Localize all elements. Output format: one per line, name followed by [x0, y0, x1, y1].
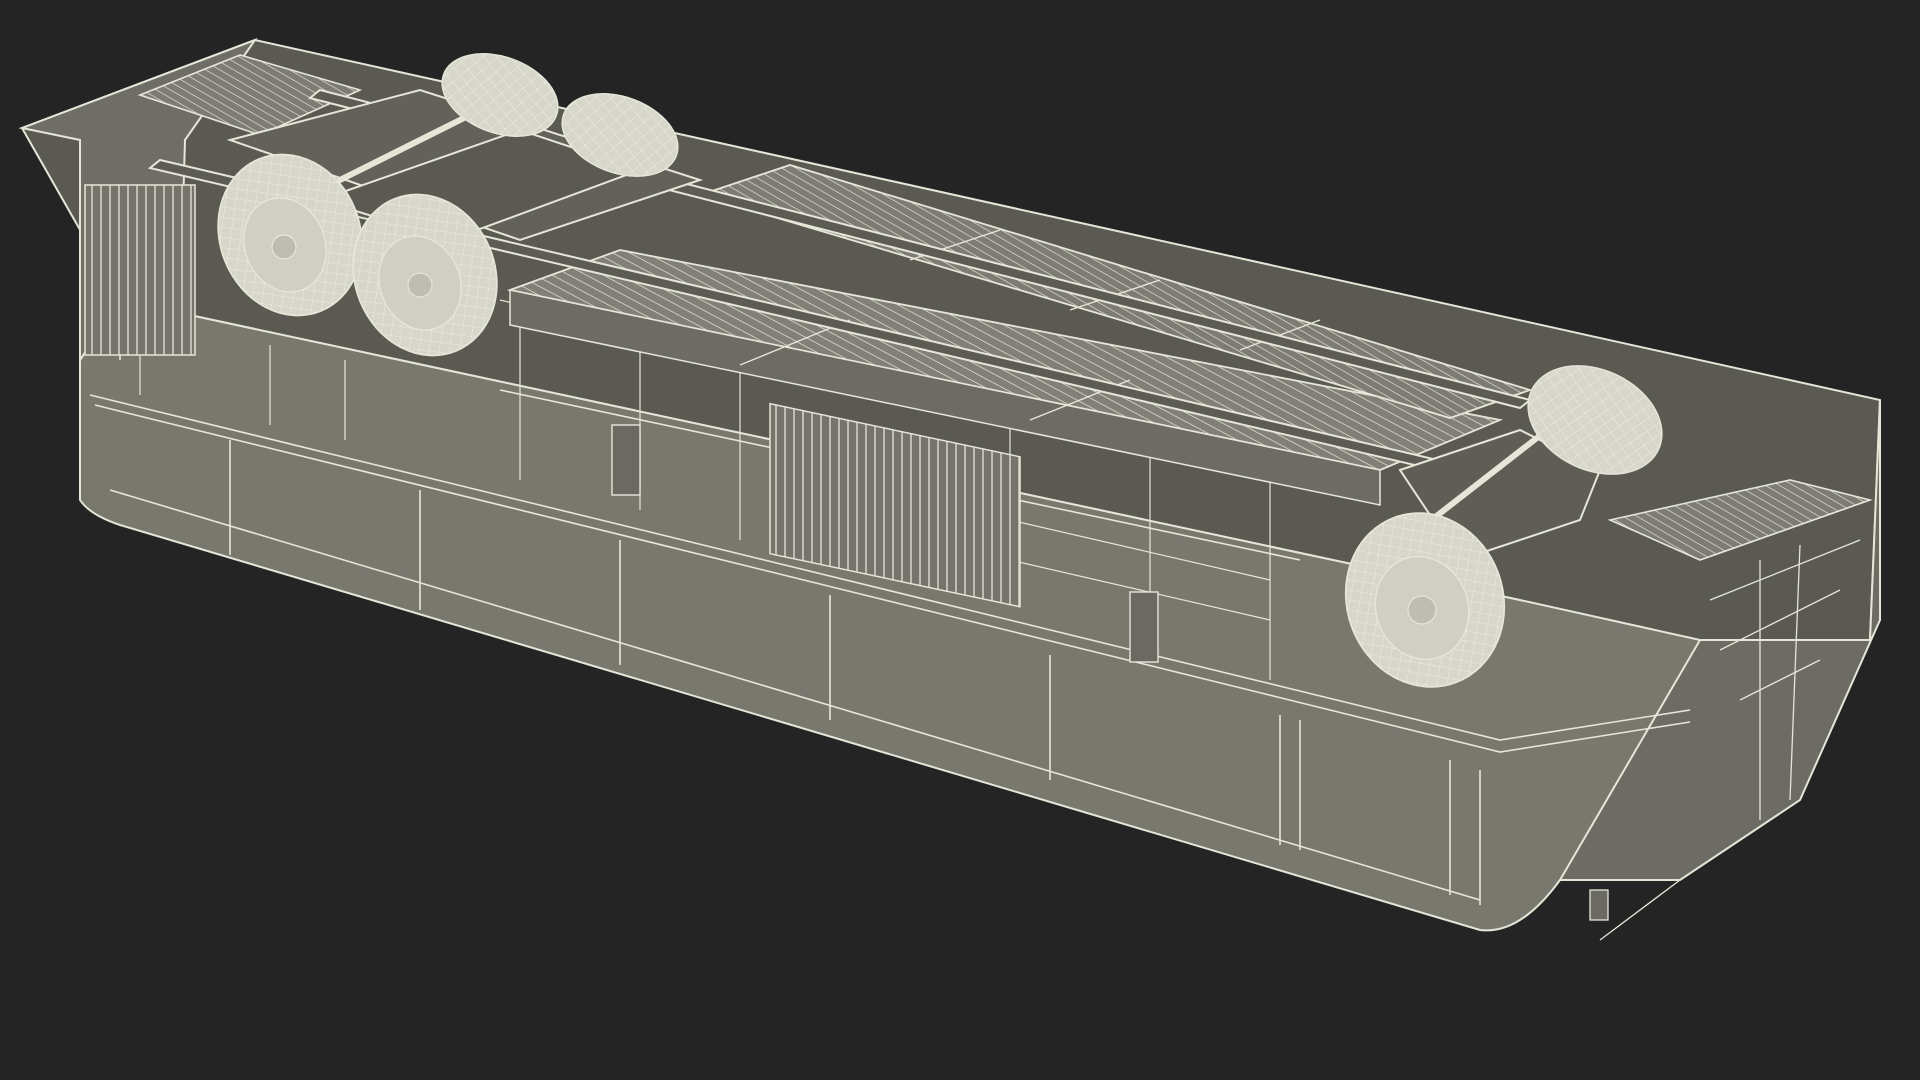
rear-vent-grille	[84, 184, 196, 356]
bus-wireframe-model	[18, 37, 1882, 941]
service-hatch	[611, 424, 641, 496]
service-hatch	[1129, 591, 1159, 663]
render-viewport	[0, 0, 1920, 1080]
